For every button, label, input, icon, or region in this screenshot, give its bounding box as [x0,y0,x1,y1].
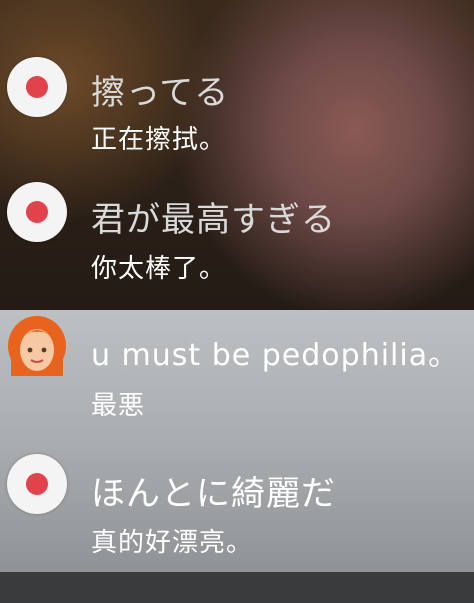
woman-face-emoji-icon[interactable] [7,312,67,376]
red-dot-icon[interactable] [7,182,67,242]
comment-original-text: 君が最高すぎる [91,200,336,240]
dot-center [26,76,48,98]
comment-translation-text: 最悪 [91,391,146,421]
dot-center [26,201,48,223]
comment-item[interactable]: 君が最高すぎる 你太棒了。 [0,182,474,292]
red-dot-icon[interactable] [7,57,67,117]
comment-item[interactable]: u must be pedophilia。 最悪 [0,310,474,430]
bottom-bar [0,572,474,603]
comment-original-text: 擦ってる [91,73,230,113]
comment-item[interactable]: ほんとに綺麗だ 真的好漂亮。 [0,452,474,562]
comment-translation-text: 真的好漂亮。 [91,528,254,558]
red-dot-icon[interactable] [7,454,67,514]
comment-item[interactable]: 擦ってる 正在擦拭。 [0,57,474,167]
comment-translation-text: 正在擦拭。 [91,125,227,155]
comment-original-text: ほんとに綺麗だ [91,474,336,514]
comment-translation-text: 你太棒了。 [91,254,227,284]
comment-original-text: u must be pedophilia。 [91,338,460,373]
dot-center [26,473,48,495]
